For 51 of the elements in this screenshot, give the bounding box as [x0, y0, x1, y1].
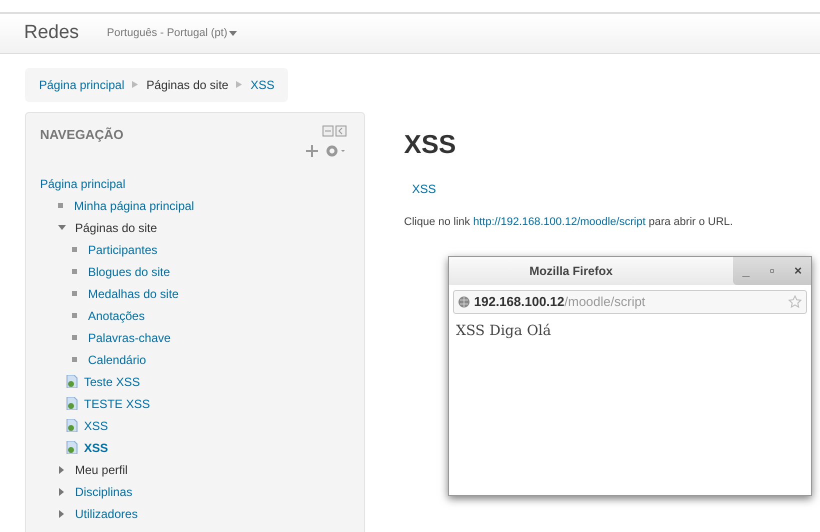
- gear-icon[interactable]: [326, 144, 346, 156]
- navigation-item[interactable]: Calendário: [88, 350, 146, 368]
- bullet-icon: [58, 203, 63, 208]
- navigation-item[interactable]: Palavras-chave: [88, 328, 171, 346]
- move-icon[interactable]: [306, 144, 318, 156]
- bullet-icon: [72, 357, 77, 362]
- bullet-icon: [72, 247, 77, 252]
- page-heading: XSS: [404, 128, 458, 161]
- separator-icon: [132, 79, 138, 91]
- url-link[interactable]: http://192.168.100.12/moodle/script: [473, 216, 646, 228]
- globe-icon: [458, 296, 470, 308]
- address-bar[interactable]: 192.168.100.12/moodle/script: [453, 290, 807, 314]
- navigation-item[interactable]: Minha página principal: [74, 196, 194, 214]
- breadcrumb-item[interactable]: XSS: [250, 76, 274, 94]
- window-title: Mozilla Firefox: [528, 263, 614, 280]
- bullet-icon: [72, 313, 77, 318]
- navigation-item[interactable]: Medalhas do site: [88, 284, 179, 302]
- navigation-item[interactable]: XSS: [84, 416, 108, 434]
- page-icon: [66, 441, 78, 454]
- block-title: NAVEGAÇÃO: [40, 126, 124, 144]
- breadcrumb-item[interactable]: Página principal: [39, 76, 124, 94]
- page-icon: [66, 419, 78, 432]
- navigation-item[interactable]: Disciplinas: [75, 482, 132, 500]
- bullet-icon: [72, 335, 77, 340]
- caret-icon: [229, 31, 238, 36]
- bullet-icon: [72, 269, 77, 274]
- navigation-item[interactable]: TESTE XSS: [84, 394, 150, 412]
- page-icon: [66, 375, 78, 388]
- navigation-item[interactable]: Meu perfil: [75, 460, 128, 478]
- maximize-button[interactable]: ▫: [759, 257, 785, 285]
- instruction-text: Clique no link http://192.168.100.12/moodle/script para abrir o URL.: [404, 215, 733, 230]
- bullet-icon: [72, 291, 77, 296]
- navigation-item[interactable]: Página principal: [40, 174, 126, 192]
- close-button[interactable]: ×: [785, 257, 811, 285]
- navigation-item[interactable]: Utilizadores: [75, 504, 138, 522]
- star-icon[interactable]: [788, 295, 802, 309]
- navigation-item[interactable]: Participantes: [88, 240, 158, 258]
- navigation-item[interactable]: Anotações: [88, 306, 145, 324]
- site-brand[interactable]: Redes: [24, 19, 79, 48]
- page-link[interactable]: XSS: [412, 182, 436, 196]
- navigation-item[interactable]: Teste XSS: [84, 372, 140, 390]
- url-text: 192.168.100.12/moodle/script: [474, 293, 646, 312]
- page-content-text: XSS Diga Olá: [455, 322, 552, 341]
- separator-icon: [236, 79, 242, 91]
- breadcrumb-item: Páginas do site: [146, 77, 228, 94]
- minimize-button[interactable]: _: [733, 257, 759, 285]
- page-icon: [66, 397, 78, 410]
- language-menu[interactable]: Português - Portugal (pt): [106, 25, 228, 42]
- navigation-item[interactable]: Blogues do site: [88, 262, 170, 280]
- navigation-item[interactable]: Páginas do site: [75, 218, 158, 236]
- navigation-item[interactable]: XSS: [84, 438, 108, 456]
